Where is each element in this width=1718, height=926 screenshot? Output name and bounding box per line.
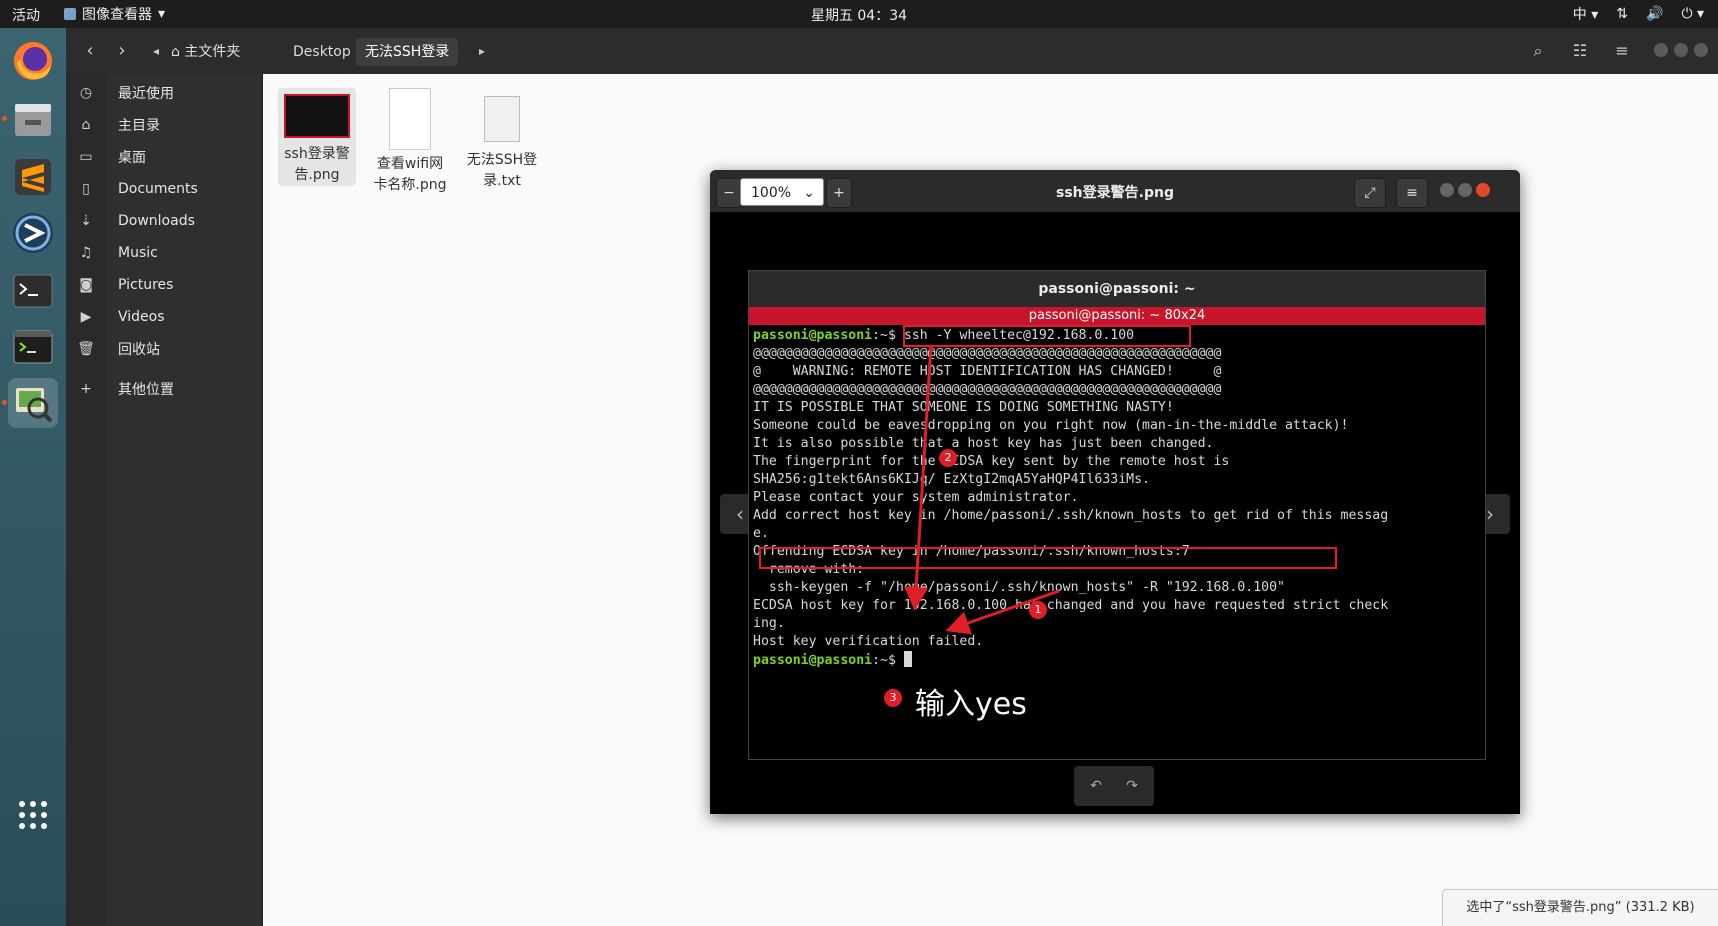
image-thumbnail — [284, 94, 350, 138]
trash-icon: 🗑 — [77, 341, 95, 357]
sidebar-item-recent[interactable]: ◷ 最近使用 — [66, 78, 262, 108]
minimize-button[interactable] — [1440, 183, 1454, 197]
files-icon[interactable] — [2, 94, 58, 144]
breadcrumb-desktop[interactable]: Desktop — [284, 38, 360, 66]
home-icon: ⌂ — [81, 117, 91, 133]
sublime-text-icon[interactable] — [8, 152, 58, 202]
close-button[interactable] — [1476, 183, 1490, 197]
system-tray: 中 ▾ ⇅ 🔊 ⏻ ▾ — [1573, 4, 1704, 24]
power-icon[interactable]: ⏻ ▾ — [1681, 6, 1704, 22]
forward-button[interactable]: › — [108, 38, 136, 64]
file-item-wifi-png[interactable]: 查看wifi网 卡名称.png — [371, 88, 449, 196]
app-icon[interactable] — [8, 208, 58, 258]
plus-icon: + — [80, 381, 92, 397]
camera-icon: ◙ — [79, 277, 93, 293]
annotation-arrows — [904, 344, 1060, 635]
firefox-icon[interactable] — [8, 36, 58, 86]
menu-icon[interactable]: ≡ — [1610, 39, 1634, 63]
image-viewer-window: − 100% ⌄ + ssh登录警告.png ⤢ ≡ ‹ › passoni@pa… — [710, 170, 1520, 814]
search-icon[interactable]: ⌕ — [1526, 39, 1550, 63]
annotation-badge-1: 1 — [1029, 601, 1047, 619]
sidebar-item-home[interactable]: ⌂ 主目录 — [66, 110, 262, 140]
top-bar: 活动 图像查看器 ▾ 星期五 04：34 中 ▾ ⇅ 🔊 ⏻ ▾ — [0, 0, 1718, 28]
show-apps-icon[interactable] — [8, 790, 58, 840]
sidebar-item-music[interactable]: ♫ Music — [66, 238, 262, 268]
sidebar-item-desktop[interactable]: ▭ 桌面 — [66, 142, 262, 172]
viewer-header-bar: − 100% ⌄ + ssh登录警告.png ⤢ ≡ — [710, 170, 1520, 212]
breadcrumb-current[interactable]: 无法SSH登录 — [356, 38, 459, 66]
rotate-left-icon[interactable]: ↶ — [1084, 774, 1108, 798]
document-icon: ▯ — [82, 181, 90, 197]
sidebar-item-pictures[interactable]: ◙ Pictures — [66, 270, 262, 300]
sidebar-item-trash[interactable]: 🗑 回收站 — [66, 334, 262, 364]
file-item-ssh-txt[interactable]: 无法SSH登 录.txt — [463, 88, 541, 192]
close-button[interactable] — [1694, 43, 1708, 57]
video-icon: ▶ — [80, 309, 92, 325]
fullscreen-icon[interactable]: ⤢ — [1354, 178, 1386, 208]
download-icon: ⇣ — [80, 213, 92, 229]
volume-icon[interactable]: 🔊 — [1646, 6, 1663, 22]
minimize-button[interactable] — [1654, 43, 1668, 57]
annotation-badge-2: 2 — [939, 449, 957, 467]
sidebar-item-other-locations[interactable]: + 其他位置 — [66, 374, 262, 404]
menu-icon[interactable]: ≡ — [1396, 178, 1428, 208]
maximize-button[interactable] — [1458, 183, 1472, 197]
dock — [0, 28, 66, 926]
file-item-ssh-warning-png[interactable]: ssh登录警 告.png — [278, 88, 356, 186]
terminal-screenshot: passoni@passoni: ~ passoni@passoni: ~ 80… — [748, 270, 1486, 760]
text-file-icon — [484, 96, 520, 142]
view-options-icon[interactable]: ☷ — [1568, 39, 1592, 63]
network-icon[interactable]: ⇅ — [1616, 6, 1628, 22]
rotate-controls: ↶ ↷ — [1074, 766, 1154, 806]
sidebar-item-downloads[interactable]: ⇣ Downloads — [66, 206, 262, 236]
home-icon: ⌂ — [171, 44, 185, 60]
image-viewer-icon[interactable] — [2, 378, 58, 428]
image-thumbnail — [389, 88, 431, 150]
terminal-2-icon[interactable] — [8, 322, 58, 372]
clock-icon: ◷ — [79, 85, 93, 101]
music-icon: ♫ — [79, 245, 93, 261]
annotation-note: 输入yes — [915, 687, 1027, 722]
folder-icon: ▭ — [79, 149, 93, 165]
terminal-icon[interactable] — [8, 266, 58, 316]
status-floating-bar: 选中了“ssh登录警告.png” (331.2 KB) — [1442, 889, 1718, 926]
files-header-bar: ‹ › ◂ ⌂ 主文件夹 Desktop 无法SSH登录 ▸ ⌕ ☷ ≡ — [66, 28, 1718, 74]
sidebar-item-videos[interactable]: ▶ Videos — [66, 302, 262, 332]
places-sidebar: ◷ 最近使用 ⌂ 主目录 ▭ 桌面 ▯ Documents ⇣ Downloads ♫ Mu… — [66, 74, 263, 926]
back-button[interactable]: ‹ — [76, 38, 104, 64]
breadcrumb-home[interactable]: ⌂ 主文件夹 — [162, 38, 249, 66]
breadcrumb-right-arrow[interactable]: ▸ — [468, 38, 496, 64]
rotate-right-icon[interactable]: ↷ — [1120, 774, 1144, 798]
sidebar-item-documents[interactable]: ▯ Documents — [66, 174, 262, 204]
annotation-badge-3: 3 — [884, 689, 902, 707]
maximize-button[interactable] — [1674, 43, 1688, 57]
clock[interactable]: 星期五 04：34 — [0, 5, 1718, 25]
input-method-indicator[interactable]: 中 ▾ — [1573, 4, 1598, 24]
